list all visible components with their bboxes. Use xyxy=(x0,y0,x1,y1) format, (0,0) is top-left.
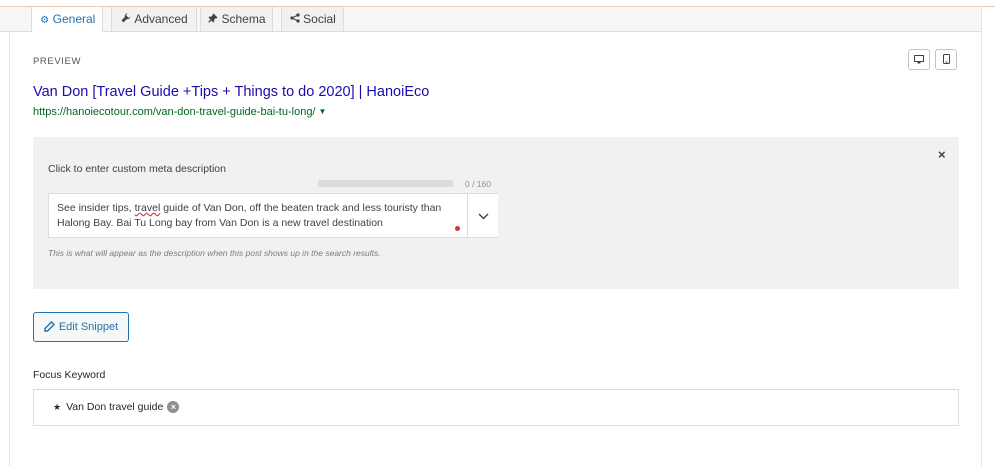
pin-icon xyxy=(207,9,219,33)
desktop-preview-button[interactable] xyxy=(908,49,930,70)
tab-schema[interactable]: Schema xyxy=(200,7,273,32)
star-icon[interactable]: ★ xyxy=(53,402,61,413)
tab-advanced[interactable]: Advanced xyxy=(111,7,197,32)
remove-keyword-icon[interactable]: × xyxy=(167,401,180,413)
tab-social-label: Social xyxy=(303,12,336,26)
chevron-down-icon xyxy=(478,207,489,225)
wrench-icon xyxy=(120,9,132,33)
close-icon[interactable]: × xyxy=(938,147,946,162)
meta-description-text[interactable]: See insider tips, travel guide of Van Do… xyxy=(57,201,457,231)
mobile-preview-button[interactable] xyxy=(935,49,957,70)
pencil-icon xyxy=(44,321,59,333)
snippet-url-text: https://hanoiecotour.com/van-don-travel-… xyxy=(33,106,316,118)
right-divider xyxy=(981,7,982,466)
variables-dropdown-button[interactable] xyxy=(467,194,498,237)
meta-description-editor: Click to enter custom meta description ×… xyxy=(33,137,959,289)
desc-misspelled-word: travel xyxy=(134,202,161,214)
desktop-icon xyxy=(914,51,924,69)
preview-label: PREVIEW xyxy=(33,56,82,67)
meta-description-help: This is what will appear as the descript… xyxy=(48,248,381,258)
tab-advanced-label: Advanced xyxy=(134,12,188,26)
tab-general-label: General xyxy=(52,12,96,26)
top-border xyxy=(0,0,995,7)
gear-icon: ⚙ xyxy=(40,15,50,26)
error-dot-icon xyxy=(455,226,460,231)
tab-general[interactable]: ⚙ General xyxy=(31,7,103,33)
tab-schema-label: Schema xyxy=(221,12,266,26)
left-divider xyxy=(9,32,10,466)
mobile-icon xyxy=(942,51,950,69)
meta-description-heading: Click to enter custom meta description xyxy=(48,163,226,175)
share-icon xyxy=(289,9,301,33)
snippet-url[interactable]: https://hanoiecotour.com/van-don-travel-… xyxy=(33,106,326,118)
edit-snippet-label: Edit Snippet xyxy=(58,321,119,333)
tab-bar: ⚙ General Advanced Schema Social xyxy=(0,7,981,33)
snippet-title-link[interactable]: Van Don [Travel Guide +Tips + Things to … xyxy=(33,84,429,100)
meta-length-progress xyxy=(318,180,453,187)
meta-length-counter: 0 / 160 xyxy=(465,179,491,189)
focus-keyword-tag: ★ Van Don travel guide × xyxy=(53,401,180,413)
tab-social[interactable]: Social xyxy=(281,7,344,32)
edit-snippet-button[interactable]: Edit Snippet xyxy=(33,312,129,342)
desc-part-1: See insider tips, xyxy=(57,202,135,214)
focus-keyword-label: Focus Keyword xyxy=(33,369,106,381)
meta-description-field[interactable]: See insider tips, travel guide of Van Do… xyxy=(48,193,498,238)
focus-keyword-text: Van Don travel guide xyxy=(66,401,164,413)
caret-down-icon: ▼ xyxy=(318,107,327,116)
focus-keyword-input[interactable]: ★ Van Don travel guide × xyxy=(33,389,959,426)
